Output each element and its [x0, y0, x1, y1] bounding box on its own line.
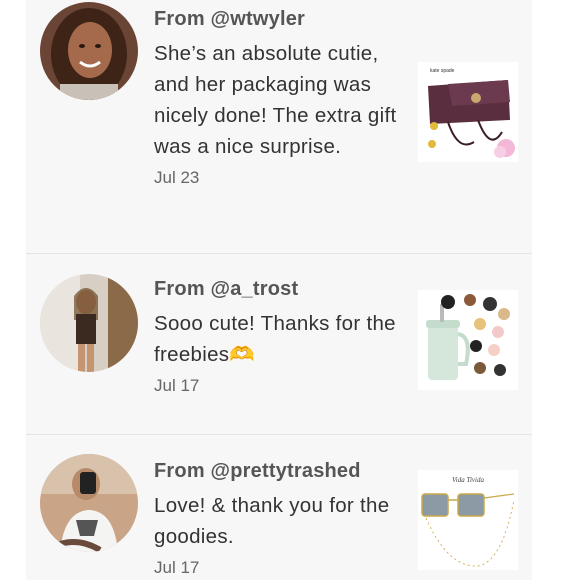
product-thumbnail[interactable]: [418, 290, 518, 390]
divider: [26, 253, 532, 254]
product-thumbnail[interactable]: kate spade: [418, 62, 518, 162]
review-date: Jul 17: [154, 558, 200, 577]
sunglasses-photo-icon: Vida Tivida: [418, 470, 518, 570]
avatar[interactable]: [40, 274, 138, 372]
divider: [26, 434, 532, 435]
review-text: She’s an absolute cutie, and her packagi…: [154, 42, 397, 158]
review-author[interactable]: From @wtwyler: [154, 4, 404, 34]
review-text: Sooo cute! Thanks for the freebies🫶: [154, 312, 396, 366]
tumbler-photo-icon: [418, 290, 518, 390]
reviews-panel: From @wtwyler She’s an absolute cutie, a…: [26, 0, 532, 580]
product-thumbnail[interactable]: Vida Tivida: [418, 470, 518, 570]
review-author[interactable]: From @prettytrashed: [154, 456, 404, 486]
purse-photo-icon: kate spade: [418, 62, 518, 162]
review-author[interactable]: From @a_trost: [154, 274, 404, 304]
brand-tag: kate spade: [430, 68, 455, 74]
review-text: Love! & thank you for the goodies.: [154, 494, 390, 548]
avatar[interactable]: [40, 454, 138, 552]
review-date: Jul 23: [154, 168, 200, 187]
sunglasses-brand: Vida Tivida: [452, 476, 484, 484]
review-date: Jul 17: [154, 376, 200, 395]
avatar[interactable]: [40, 2, 138, 100]
